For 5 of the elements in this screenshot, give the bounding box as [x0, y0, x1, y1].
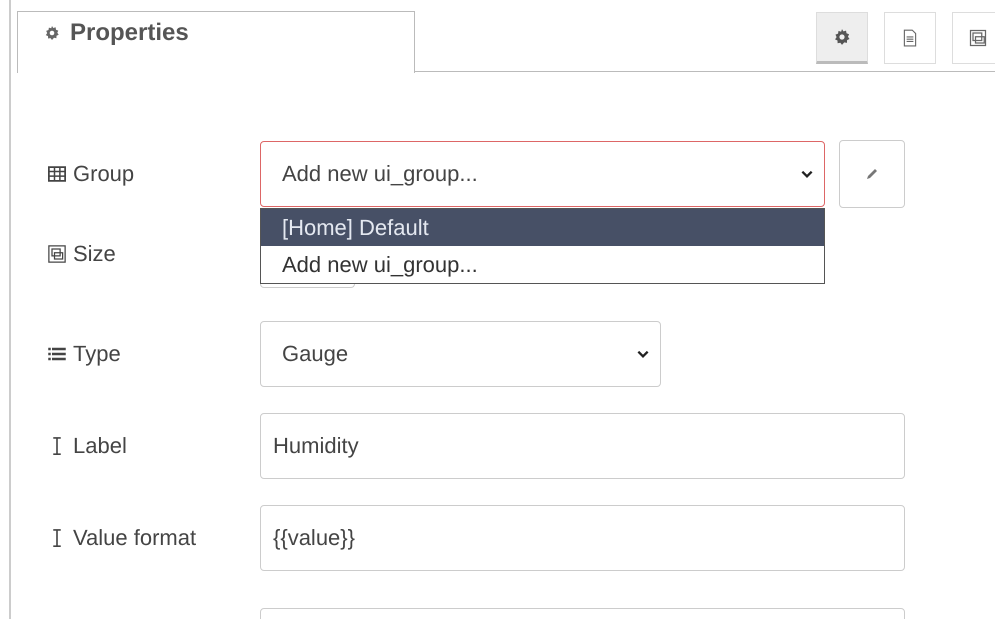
field-label: Type: [73, 341, 121, 367]
field-label: Size: [73, 241, 116, 267]
field-label: Label: [73, 433, 127, 459]
field-label: Group: [73, 161, 134, 187]
field-label: Value format: [73, 525, 196, 551]
